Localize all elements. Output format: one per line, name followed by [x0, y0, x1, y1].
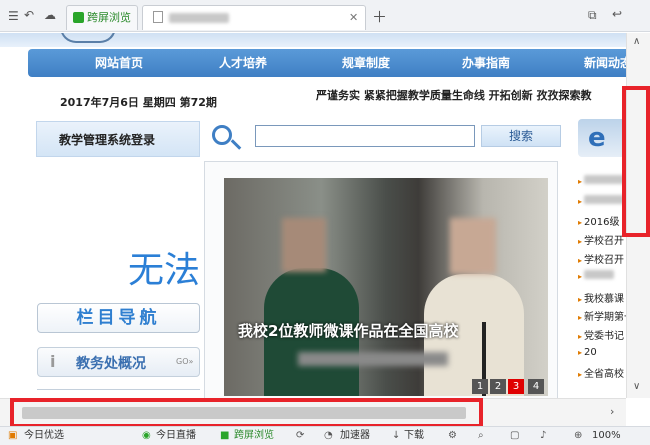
cross-screen-label[interactable]: 跨屏浏览 [234, 427, 274, 445]
slide-page-3[interactable]: 3 [508, 379, 524, 394]
news-item[interactable]: 我校慕课 [578, 290, 624, 305]
caption-redacted [298, 352, 448, 366]
main-nav: 网站首页 人才培养 规章制度 办事指南 新闻动态 [28, 49, 626, 77]
login-title: 教学管理系统登录 [59, 133, 156, 147]
slideshow-image[interactable]: 我校2位教师微课作品在全国高校 [224, 178, 548, 396]
news-title: 20 [584, 347, 597, 358]
search-button[interactable]: 搜索 [481, 125, 561, 147]
error-panel: 无法 [0, 157, 204, 317]
scroll-right-icon[interactable]: › [610, 405, 614, 418]
news-title: 2016级 [584, 217, 620, 228]
back-icon[interactable]: ↩ [612, 7, 622, 21]
settings-icon[interactable]: ⚙ [448, 427, 457, 445]
nav-label: 新闻动态 [583, 56, 626, 70]
slide-caption: 我校2位教师微课作品在全国高校 [238, 322, 459, 340]
error-text: 无法 [128, 250, 201, 291]
extension-icon[interactable]: ⌕ [478, 427, 484, 445]
tab-label: 跨屏浏览 [87, 11, 131, 24]
login-box: 教学管理系统登录 [36, 121, 200, 157]
slide-page-4[interactable]: 4 [528, 379, 544, 394]
download-label[interactable]: 下载 [404, 427, 424, 445]
news-item[interactable]: 2016级 [578, 213, 619, 228]
nav-guide[interactable]: 办事指南 [436, 49, 536, 77]
restore-tabs-icon[interactable]: ⧉ [588, 8, 597, 23]
live-label[interactable]: 今日直播 [156, 427, 196, 445]
scroll-up-icon[interactable]: ∧ [633, 36, 640, 47]
nav-label: 网站首页 [94, 56, 143, 70]
zoom-icon[interactable]: ⊕ [574, 427, 582, 445]
news-item[interactable]: 学校召开 [578, 251, 624, 266]
close-icon[interactable]: ✕ [349, 6, 358, 29]
nav-home[interactable]: 网站首页 [69, 49, 169, 77]
annotation-box-vertical [622, 86, 650, 237]
news-item[interactable]: 20 [578, 347, 597, 358]
news-item[interactable]: 新学期第一 [578, 308, 626, 323]
sound-icon[interactable]: ♪ [540, 427, 546, 445]
search-input[interactable] [255, 125, 475, 147]
news-item[interactable]: 全省高校 [578, 365, 624, 380]
news-title: 党委书记 [584, 331, 625, 342]
news-title: 学校召开 [584, 236, 625, 247]
about-office-item[interactable]: i 教务处概况 GO» [37, 347, 200, 377]
face-right-redacted [450, 218, 496, 274]
page-viewport: 网站首页 人才培养 规章制度 办事指南 新闻动态 2017年7月6日 星期四 第… [0, 33, 626, 398]
search-handle [230, 139, 242, 150]
download-icon: ↓ [392, 430, 401, 441]
news-item[interactable] [578, 195, 625, 207]
news-item[interactable]: 学校召开 [578, 232, 624, 247]
cross-screen-icon: ■ [220, 430, 230, 441]
green-square-icon [73, 12, 84, 23]
news-item[interactable] [578, 270, 615, 282]
face-left-redacted [282, 218, 326, 272]
info-icon: i [50, 352, 56, 371]
play-icon: ◉ [142, 430, 151, 441]
news-item[interactable] [578, 175, 625, 187]
status-bar: ▣ 今日优选 ◉ 今日直播 ■ 跨屏浏览 ⟳ ◔ 加速器 ↓ 下载 ⚙ ⌕ ▢ … [0, 426, 650, 445]
accelerator-icon: ◔ [324, 430, 333, 441]
box-icon: ▣ [8, 430, 18, 441]
news-item[interactable]: 党委书记 [578, 327, 624, 342]
news-title: 学校召开 [584, 255, 625, 266]
marquee-text: 严谨务实 紧紧把握教学质量生命线 开拓创新 孜孜探索教 [316, 89, 592, 102]
refresh-icon[interactable]: ⟳ [296, 427, 304, 445]
undo-icon[interactable]: ↶ [24, 8, 34, 22]
tab-title-redacted [169, 13, 229, 23]
page-icon [153, 11, 163, 23]
cloud-icon[interactable]: ☁ [44, 8, 56, 22]
slide-page-2[interactable]: 2 [490, 379, 506, 394]
scroll-down-icon[interactable]: ∨ [633, 381, 640, 392]
section-nav-box[interactable]: 栏目导航 [37, 303, 200, 333]
tab-current[interactable]: ✕ [142, 5, 366, 30]
nav-label: 人才培养 [218, 56, 267, 70]
nav-regulations[interactable]: 规章制度 [316, 49, 416, 77]
search-icon[interactable] [212, 125, 232, 145]
today-picks-label[interactable]: 今日优选 [24, 427, 64, 445]
ie-badge: e [578, 119, 626, 157]
window-icon[interactable]: ▢ [510, 427, 519, 445]
nav-label: 规章制度 [341, 56, 390, 70]
news-title: 全省高校 [584, 369, 625, 380]
about-office-label: 教务处概况 [76, 356, 146, 372]
zoom-level[interactable]: 100% [592, 427, 621, 445]
new-tab-icon[interactable]: ＋ [372, 6, 387, 27]
annotation-box-horizontal [10, 398, 483, 428]
tab-bar: ☰ ↶ ☁ 跨屏浏览 ✕ ＋ ⧉ ↩ [0, 0, 650, 32]
section-nav-label: 栏目导航 [76, 308, 161, 328]
slide-page-1[interactable]: 1 [472, 379, 488, 394]
nav-training[interactable]: 人才培养 [193, 49, 293, 77]
search-button-label: 搜索 [508, 129, 533, 143]
accelerator-label[interactable]: 加速器 [340, 427, 370, 445]
tab-cross-screen[interactable]: 跨屏浏览 [66, 5, 138, 30]
ie-icon: e [588, 123, 606, 153]
logo-fragment [60, 33, 116, 43]
date-line: 2017年7月6日 星期四 第72期 [60, 96, 217, 109]
go-icon: GO» [176, 357, 194, 366]
list-icon[interactable]: ☰ [8, 9, 19, 23]
nav-label: 办事指南 [461, 56, 510, 70]
next-nav-item-partial [37, 389, 200, 398]
news-title: 我校慕课 [584, 294, 625, 305]
nav-news[interactable]: 新闻动态 [558, 49, 626, 77]
news-title: 新学期第一 [584, 312, 626, 323]
header-banner [0, 33, 626, 47]
